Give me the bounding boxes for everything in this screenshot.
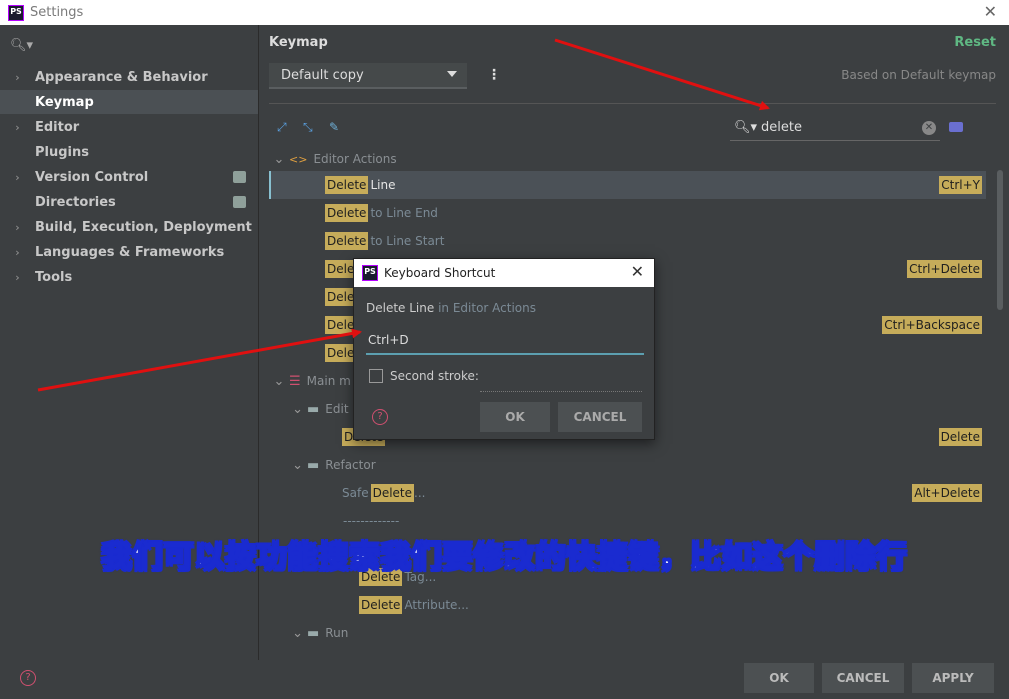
folder-icon: ▬ xyxy=(307,401,320,417)
chevron-down-icon: ⌄ xyxy=(273,151,285,167)
page-title: Keymap xyxy=(269,35,328,50)
chevron-down-icon: ⌄ xyxy=(292,625,303,641)
separator xyxy=(269,103,996,104)
chevron-right-icon: › xyxy=(15,270,20,284)
project-scope-icon xyxy=(233,196,246,208)
sidebar-item-tools[interactable]: › Tools xyxy=(0,265,258,289)
based-on-label: Based on Default keymap xyxy=(841,68,996,82)
shortcut-badge: Alt+Delete xyxy=(912,484,982,502)
second-stroke-input[interactable] xyxy=(480,391,642,392)
table-row[interactable]: Delete Attribute... xyxy=(269,591,986,619)
phpstorm-logo-icon: PS xyxy=(362,265,378,281)
second-stroke-checkbox[interactable] xyxy=(369,369,383,383)
tree-group-refactor[interactable]: ⌄ ▬ Refactor xyxy=(269,451,986,479)
window-titlebar: PS Settings ✕ xyxy=(0,0,1009,25)
keymap-search-input[interactable] xyxy=(761,120,912,135)
search-icon: 🔍︎▾ xyxy=(10,37,34,53)
collapse-all-icon[interactable]: ⤡ xyxy=(303,120,313,135)
chevron-down-icon: ⌄ xyxy=(292,401,303,417)
dialog-ok-button[interactable]: OK xyxy=(480,402,550,432)
search-icon: 🔍︎▾ xyxy=(734,120,758,135)
table-row[interactable]: Delete Line Ctrl+Y xyxy=(269,171,986,199)
apply-button[interactable]: APPLY xyxy=(912,663,994,693)
help-icon[interactable]: ? xyxy=(372,409,388,425)
keyboard-shortcut-dialog: PS Keyboard Shortcut ✕ Delete Line in Ed… xyxy=(353,258,655,440)
second-stroke-label: Second stroke: xyxy=(390,369,479,383)
close-icon[interactable]: ✕ xyxy=(631,262,644,281)
sidebar-search[interactable]: 🔍︎▾ xyxy=(0,25,258,65)
expand-all-icon[interactable]: ⤢ xyxy=(277,120,287,135)
sidebar-item-plugins[interactable]: Plugins xyxy=(0,140,258,164)
shortcut-badge: Ctrl+Backspace xyxy=(882,316,982,334)
table-row[interactable]: Delete to Line Start xyxy=(269,227,986,255)
chevron-right-icon: › xyxy=(15,220,20,234)
dialog-title: Keyboard Shortcut xyxy=(384,266,496,280)
more-options-icon[interactable]: ⋮ xyxy=(487,67,501,83)
chevron-right-icon: › xyxy=(15,120,20,134)
phpstorm-logo-icon: PS xyxy=(8,4,24,21)
chevron-down-icon xyxy=(447,71,457,77)
dialog-cancel-button[interactable]: CANCEL xyxy=(558,402,642,432)
sidebar-item-version-control[interactable]: › Version Control xyxy=(0,165,258,189)
window-title: Settings xyxy=(30,5,84,20)
tree-scrollbar[interactable] xyxy=(997,170,1003,310)
reset-link[interactable]: Reset xyxy=(954,35,996,50)
tree-separator: ------------- xyxy=(343,514,400,528)
sidebar-item-editor[interactable]: › Editor xyxy=(0,115,258,139)
menu-icon: ☰ xyxy=(289,373,301,389)
sidebar-item-build[interactable]: › Build, Execution, Deployment xyxy=(0,215,258,239)
chevron-down-icon: ⌄ xyxy=(292,457,303,473)
folder-icon: ▬ xyxy=(307,625,320,641)
keymap-search[interactable]: 🔍︎▾ ✕ xyxy=(730,115,940,141)
table-row[interactable]: Delete to Line End xyxy=(269,199,986,227)
chevron-right-icon: › xyxy=(15,170,20,184)
keymap-dropdown-value: Default copy xyxy=(281,67,364,83)
cancel-button[interactable]: CANCEL xyxy=(822,663,904,693)
first-stroke-input[interactable]: Ctrl+D xyxy=(366,327,644,355)
chevron-right-icon: › xyxy=(15,70,20,84)
edit-icon[interactable]: ✎ xyxy=(329,120,339,134)
sidebar-item-keymap[interactable]: Keymap xyxy=(0,90,258,114)
ok-button[interactable]: OK xyxy=(744,663,814,693)
shortcut-badge: Delete xyxy=(938,428,982,446)
close-icon[interactable]: ✕ xyxy=(984,2,997,21)
shortcut-badge: Ctrl+Delete xyxy=(907,260,982,278)
tree-group-run[interactable]: ⌄ ▬ Run xyxy=(269,619,986,647)
table-row[interactable]: Safe Delete ... Alt+Delete xyxy=(269,479,986,507)
find-by-shortcut-icon[interactable] xyxy=(949,122,963,132)
code-icon: <> xyxy=(289,152,308,166)
chevron-right-icon: › xyxy=(15,245,20,259)
help-icon[interactable]: ? xyxy=(20,670,36,686)
tutorial-caption: 我们可以按功能搜索我们要修改的快捷键，比如这个删除行 xyxy=(101,539,908,576)
project-scope-icon xyxy=(233,171,246,183)
sidebar-item-appearance[interactable]: › Appearance & Behavior xyxy=(0,65,258,89)
clear-search-icon[interactable]: ✕ xyxy=(922,121,936,135)
shortcut-badge: Ctrl+Y xyxy=(939,176,982,194)
dialog-titlebar: PS Keyboard Shortcut ✕ xyxy=(354,259,654,287)
sidebar-item-directories[interactable]: Directories xyxy=(0,190,258,214)
chevron-down-icon: ⌄ xyxy=(273,373,285,389)
dialog-action-name: Delete Line in Editor Actions xyxy=(366,301,536,315)
tree-group-editor-actions[interactable]: ⌄ <> Editor Actions xyxy=(269,145,986,173)
sidebar-item-languages[interactable]: › Languages & Frameworks xyxy=(0,240,258,264)
keymap-dropdown[interactable]: Default copy xyxy=(269,63,467,89)
folder-icon: ▬ xyxy=(307,457,320,473)
